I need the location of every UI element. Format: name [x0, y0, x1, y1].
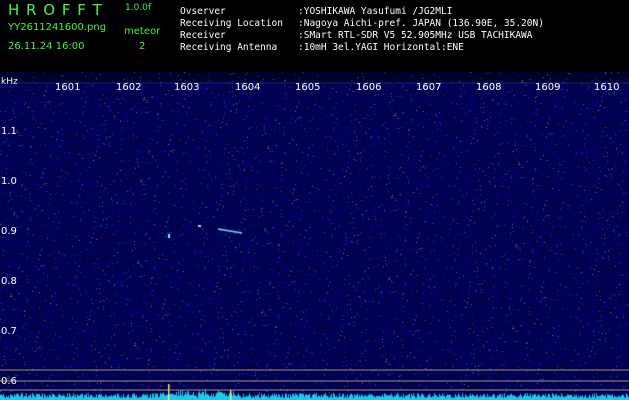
app-title: H R O F F T — [8, 1, 103, 19]
y-tick-label-0.6: 0.6 — [1, 376, 17, 387]
x-tick-label-1603: 1603 — [174, 82, 199, 93]
x-tick-label-1604: 1604 — [235, 82, 260, 93]
x-tick-label-1609: 1609 — [535, 82, 560, 93]
info-value-receiver: :SMart RTL-SDR V5 52.905MHz USB TACHIKAW… — [298, 30, 533, 41]
y-tick-label-1.0: 1.0 — [1, 176, 17, 187]
header-panel: H R O F F T 1.0.0f YY2611241600.png mete… — [0, 0, 629, 72]
info-label-receiver: Receiver — [180, 30, 226, 41]
file-datetime: 26.11.24 16:00 — [8, 41, 85, 52]
app-version: 1.0.0f — [125, 3, 152, 13]
info-label-antenna: Receiving Antenna — [180, 42, 278, 53]
x-tick-label-1605: 1605 — [295, 82, 320, 93]
info-value-antenna: :10mH 3el.YAGI Horizontal:ENE — [298, 42, 464, 53]
y-axis: 1.1 1.0 0.9 0.8 0.7 0.6 — [1, 126, 17, 387]
info-value-observer: :YOSHIKAWA Yasufumi /JG2MLI — [298, 6, 453, 17]
x-tick-label-1601: 1601 — [55, 82, 80, 93]
y-tick-label-0.8: 0.8 — [1, 276, 17, 287]
axis-unit-label: kHz — [1, 77, 18, 87]
x-axis: 1601 1602 1603 1604 1605 1606 1607 1608 … — [0, 82, 629, 93]
info-label-location: Receiving Location — [180, 18, 283, 29]
y-tick-label-1.1: 1.1 — [1, 126, 17, 137]
x-tick-label-1610: 1610 — [594, 82, 619, 93]
meteor-count: 2 — [139, 41, 146, 52]
y-tick-label-0.9: 0.9 — [1, 226, 17, 237]
meteor-label: meteor — [124, 26, 161, 37]
x-tick-label-1602: 1602 — [116, 82, 141, 93]
x-tick-label-1607: 1607 — [416, 82, 441, 93]
file-name: YY2611241600.png — [8, 22, 107, 33]
spectrogram-overlay: kHz 1601 1602 1603 1604 1605 1606 1607 1… — [0, 77, 629, 391]
y-tick-label-0.7: 0.7 — [1, 326, 17, 337]
x-tick-label-1606: 1606 — [356, 82, 381, 93]
info-value-location: :Nagoya Aichi-pref. JAPAN (136.90E, 35.2… — [298, 18, 544, 29]
x-tick-label-1608: 1608 — [476, 82, 501, 93]
info-label-observer: Ovserver — [180, 6, 226, 17]
